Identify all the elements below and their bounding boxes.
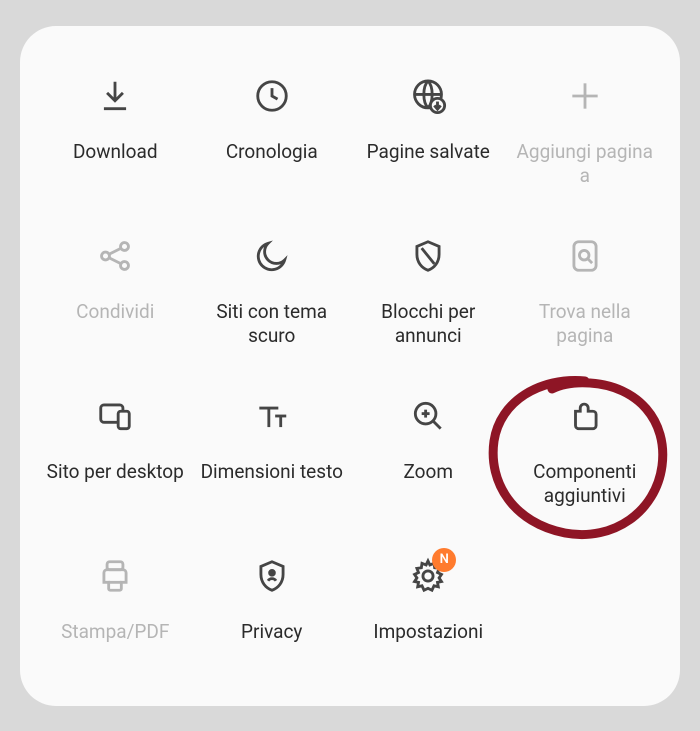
search-page-icon — [555, 226, 615, 286]
shield-slash-icon — [398, 226, 458, 286]
printer-icon — [85, 546, 145, 606]
menu-grid: Download Cronologia — [40, 66, 660, 666]
clock-icon — [242, 66, 302, 126]
menu-item-history[interactable]: Cronologia — [197, 66, 348, 216]
menu-item-label: Trova nella pagina — [510, 300, 660, 349]
monitor-icon — [85, 386, 145, 446]
menu-item-label: Stampa/PDF — [61, 620, 169, 645]
zoom-in-icon — [398, 386, 458, 446]
menu-item-label: Dimensioni testo — [201, 460, 343, 485]
puzzle-icon — [555, 386, 615, 446]
menu-item-zoom[interactable]: Zoom — [353, 386, 504, 536]
menu-item-privacy[interactable]: Privacy — [197, 546, 348, 696]
menu-item-desktop-site[interactable]: Sito per desktop — [40, 386, 191, 536]
text-size-icon — [242, 386, 302, 446]
menu-item-label: Download — [73, 140, 158, 165]
globe-down-icon — [398, 66, 458, 126]
gear-icon: N — [398, 546, 458, 606]
menu-item-label: Zoom — [403, 460, 453, 485]
menu-item-label: Condividi — [76, 300, 154, 325]
menu-item-text-size[interactable]: Dimensioni testo — [197, 386, 348, 536]
menu-item-label: Componenti aggiuntivi — [510, 460, 660, 509]
menu-item-addons[interactable]: Componenti aggiuntivi — [510, 386, 661, 536]
menu-item-label: Impostazioni — [373, 620, 483, 645]
menu-item-label: Sito per desktop — [47, 460, 184, 485]
new-badge: N — [432, 548, 456, 572]
menu-item-label: Aggiungi pagina a — [510, 140, 660, 189]
menu-item-label: Blocchi per annunci — [353, 300, 503, 349]
menu-panel: Download Cronologia — [20, 26, 680, 706]
menu-item-ad-blockers[interactable]: Blocchi per annunci — [353, 226, 504, 376]
menu-item-settings[interactable]: N Impostazioni — [353, 546, 504, 696]
menu-item-label: Pagine salvate — [367, 140, 490, 165]
menu-item-download[interactable]: Download — [40, 66, 191, 216]
share-icon — [85, 226, 145, 286]
menu-item-saved-pages[interactable]: Pagine salvate — [353, 66, 504, 216]
menu-item-print-pdf[interactable]: Stampa/PDF — [40, 546, 191, 696]
download-icon — [85, 66, 145, 126]
moon-icon — [242, 226, 302, 286]
menu-item-label: Cronologia — [226, 140, 318, 165]
menu-item-label: Privacy — [241, 620, 302, 645]
menu-item-find-in-page[interactable]: Trova nella pagina — [510, 226, 661, 376]
plus-icon — [555, 66, 615, 126]
menu-item-share[interactable]: Condividi — [40, 226, 191, 376]
menu-item-add-page-to[interactable]: Aggiungi pagina a — [510, 66, 661, 216]
privacy-shield-icon — [242, 546, 302, 606]
menu-item-label: Siti con tema scuro — [197, 300, 347, 349]
menu-item-dark-theme-sites[interactable]: Siti con tema scuro — [197, 226, 348, 376]
